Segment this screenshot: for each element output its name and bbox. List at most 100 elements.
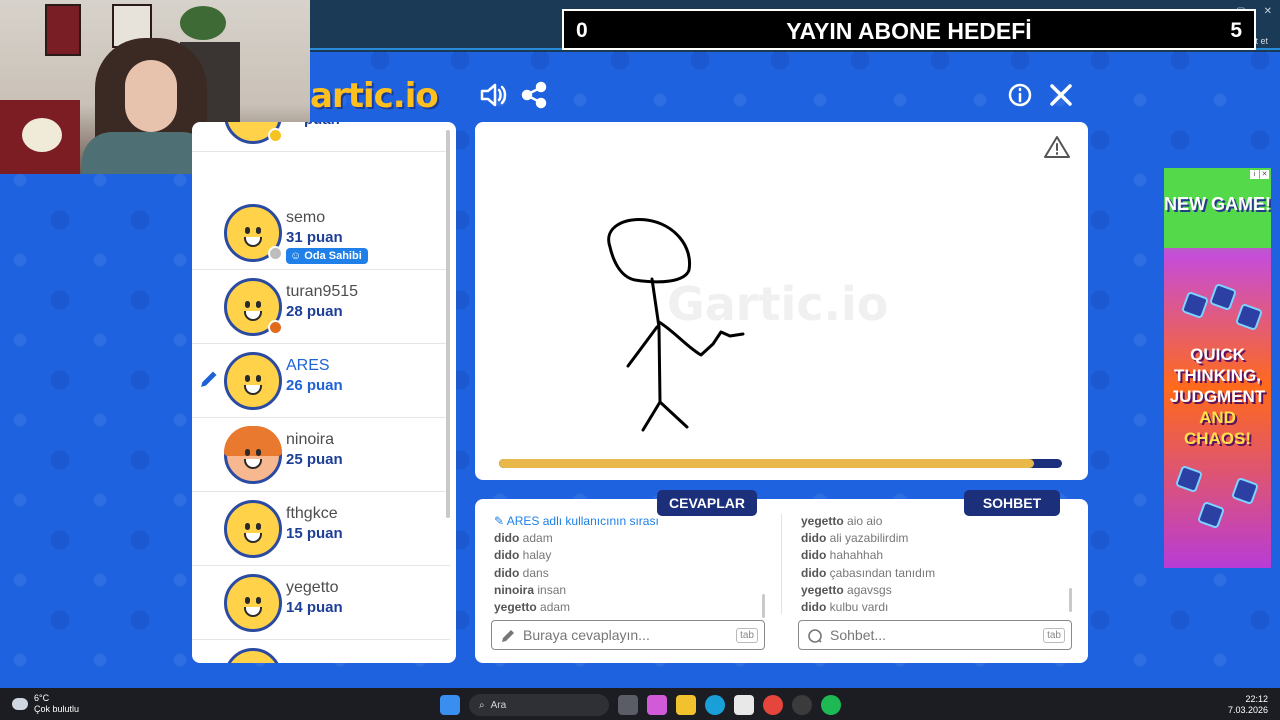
chat-scrollbar[interactable] — [1069, 588, 1072, 612]
chat-message: dido kulbu vardı — [801, 600, 889, 615]
player-score: 26 puan — [286, 377, 343, 394]
player-avatar — [224, 278, 283, 336]
chat-message: dido hahahhah — [801, 548, 884, 563]
info-icon[interactable] — [1005, 80, 1035, 110]
ad-headline: NEW GAME! — [1164, 194, 1271, 214]
close-icon[interactable] — [1046, 80, 1076, 110]
plush-toy — [22, 118, 62, 152]
drawing-pencil-icon — [198, 368, 220, 390]
chat-message: dido adam — [494, 531, 553, 546]
chat-message: dido halay — [494, 548, 552, 563]
ad-choices-badge[interactable]: i ✕ — [1250, 170, 1269, 179]
player-score: 14 puan — [286, 599, 343, 616]
player-score: puan — [304, 122, 340, 128]
player-name: turan9515 — [286, 283, 359, 300]
player-name: fthgkce — [286, 505, 338, 522]
ad-tagline: QUICK THINKING, JUDGMENT AND CHAOS! — [1169, 345, 1266, 448]
player-avatar — [224, 122, 283, 144]
player-avatar — [224, 648, 282, 663]
obs-icon[interactable] — [792, 695, 812, 715]
task-view-icon[interactable] — [618, 695, 638, 715]
store-icon[interactable] — [734, 695, 754, 715]
player-row[interactable]: ninoira 25 puan — [192, 418, 450, 492]
share-game-icon[interactable] — [519, 80, 549, 110]
taskbar-apps: ⌕ Ara — [440, 694, 841, 716]
panel-divider — [781, 514, 782, 614]
wall-poster — [45, 4, 81, 56]
chat-message: dido çabasından tanıdım — [801, 565, 936, 580]
player-row[interactable]: turan9515 28 puan — [192, 270, 450, 344]
pencil-icon — [500, 628, 516, 644]
streamer-face — [125, 60, 177, 132]
player-score: 15 puan — [286, 525, 343, 542]
ad-card-art — [1234, 302, 1264, 332]
weather-widget[interactable]: 6°C Çok bulutlu — [12, 693, 79, 715]
chat-message: dido ali yazabilirdim — [801, 531, 909, 546]
answer-input[interactable] — [523, 625, 728, 645]
status-badge — [268, 246, 283, 261]
chat-message: yegetto aio aio — [801, 514, 883, 528]
player-score: 31 puan — [286, 229, 343, 246]
stick-figure-drawing — [607, 217, 745, 432]
system-clock[interactable]: 22:12 7.03.2026 — [1228, 694, 1268, 716]
ad-card-art — [1174, 464, 1204, 494]
players-scrollbar[interactable] — [446, 130, 450, 518]
player-avatar — [224, 204, 283, 262]
edge-browser-icon[interactable] — [705, 695, 725, 715]
round-timer-fill — [499, 459, 1034, 468]
turn-system-message: ✎ ARES adlı kullanıcının sırası — [494, 514, 659, 528]
player-row[interactable]: ARES 26 puan — [192, 344, 450, 418]
file-explorer-icon[interactable] — [676, 695, 696, 715]
goal-title: YAYIN ABONE HEDEFİ — [786, 18, 1032, 44]
drawing-canvas[interactable]: Gartic.io — [475, 122, 1088, 480]
chat-input-box[interactable]: tab — [798, 620, 1072, 650]
chrome-icon[interactable] — [763, 695, 783, 715]
ad-card-art — [1208, 282, 1238, 312]
taskbar-search[interactable]: ⌕ Ara — [469, 694, 609, 716]
gartic-logo[interactable]: artic.io — [310, 76, 439, 116]
chat-input[interactable] — [830, 625, 1035, 645]
player-row[interactable]: fthgkce 15 puan — [192, 492, 450, 566]
report-warning-icon[interactable] — [1044, 135, 1070, 159]
tab-shortcut-hint: tab — [736, 628, 758, 643]
round-timer-bar — [499, 459, 1062, 468]
goal-target: 5 — [1230, 19, 1242, 42]
player-row — [192, 640, 450, 663]
search-icon: ⌕ — [479, 699, 485, 711]
player-score: 28 puan — [286, 303, 343, 320]
answers-list: ✎ ARES adlı kullanıcının sırası dido ada… — [494, 513, 754, 617]
chat-message: yegetto adam — [494, 600, 571, 615]
answers-scrollbar[interactable] — [762, 594, 765, 618]
chat-message: ninoira insan — [494, 582, 567, 597]
player-name: yegetto — [286, 579, 339, 596]
player-avatar — [224, 574, 282, 632]
player-row[interactable]: semo 31 puan ☺ Oda Sahibi — [192, 196, 450, 270]
answer-input-box[interactable]: tab — [491, 620, 765, 650]
status-badge — [268, 320, 283, 335]
player-avatar — [224, 426, 282, 484]
chat-message: dido dans — [494, 565, 549, 580]
ad-card-art — [1180, 290, 1210, 320]
player-row: o puan — [192, 122, 450, 152]
players-panel: o puan semo 31 puan ☺ Oda Sahibi turan9515 2… — [192, 122, 456, 663]
chat-bubble-icon — [807, 628, 823, 644]
player-name: ARES — [286, 357, 330, 374]
sound-icon[interactable] — [478, 80, 508, 110]
player-name: semo — [286, 209, 326, 226]
window-close-icon[interactable]: ✕ — [1264, 6, 1272, 17]
chat-message: yegetto agavsgs — [801, 582, 892, 597]
player-name: ninoira — [286, 431, 335, 448]
tab-shortcut-hint: tab — [1043, 628, 1065, 643]
ad-card-art — [1196, 500, 1226, 530]
windows-start-icon[interactable] — [440, 695, 460, 715]
windows-taskbar: 6°C Çok bulutlu ⌕ Ara 22:12 7.03.2026 — [0, 688, 1280, 720]
advertisement-banner[interactable]: i ✕ NEW GAME! QUICK THINKING, JUDGMENT AN… — [1164, 168, 1271, 568]
copilot-app-icon[interactable] — [647, 695, 667, 715]
plant — [180, 6, 226, 40]
room-owner-badge: ☺ Oda Sahibi — [286, 248, 368, 264]
player-avatar — [224, 500, 282, 558]
ad-card-art — [1230, 476, 1260, 506]
cloud-icon — [12, 698, 28, 710]
player-row[interactable]: yegetto 14 puan — [192, 566, 450, 640]
spotify-icon[interactable] — [821, 695, 841, 715]
